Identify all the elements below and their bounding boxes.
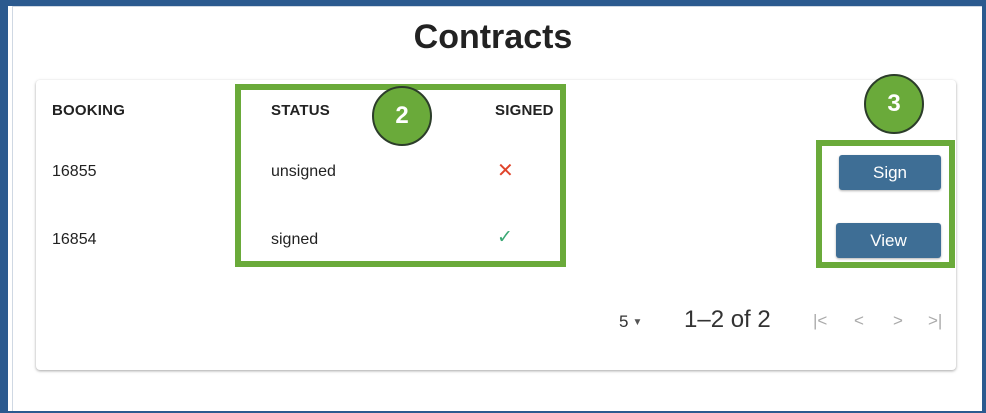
inner-divider-vertical — [12, 6, 13, 411]
booking-cell: 16854 — [52, 231, 97, 248]
column-header-booking[interactable]: BOOKING — [52, 102, 125, 119]
rows-per-page-select[interactable]: 5 ▼ — [619, 312, 642, 332]
first-page-icon[interactable]: |< — [813, 311, 827, 331]
next-page-icon[interactable]: > — [893, 311, 903, 331]
rows-per-page-value: 5 — [619, 312, 629, 331]
callout-badge-3: 3 — [864, 74, 924, 134]
last-page-icon[interactable]: >| — [928, 311, 942, 331]
inner-divider — [12, 6, 982, 7]
prev-page-icon[interactable]: < — [854, 311, 864, 331]
frame-left-border — [0, 0, 8, 413]
chevron-down-icon: ▼ — [632, 317, 643, 329]
callout-badge-2: 2 — [372, 86, 432, 146]
pagination-range: 1–2 of 2 — [684, 306, 771, 333]
frame-right-border — [982, 0, 986, 413]
booking-cell: 16855 — [52, 163, 97, 180]
callout-box-actions — [816, 140, 955, 268]
page-title: Contracts — [413, 18, 573, 56]
